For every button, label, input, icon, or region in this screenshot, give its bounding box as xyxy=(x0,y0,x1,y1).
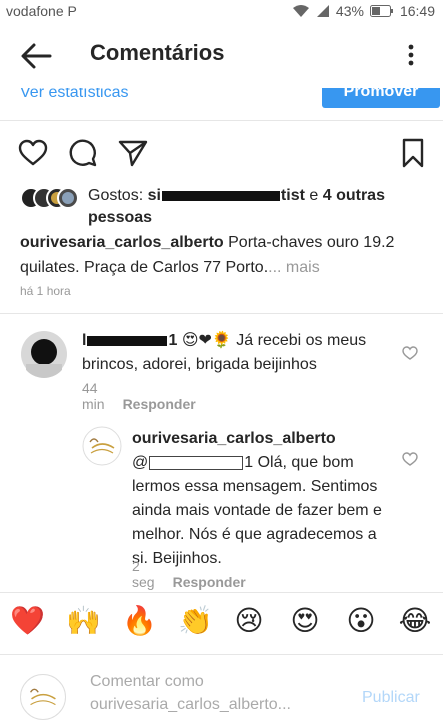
back-arrow-icon[interactable] xyxy=(20,42,52,70)
emoji-heart-eyes[interactable]: 😍 xyxy=(288,604,322,638)
emoji-surprised[interactable]: 😮 xyxy=(344,604,378,638)
reply-text: ourivesaria_carlos_alberto @1 Olá, que b… xyxy=(132,427,394,571)
emoji-fire[interactable]: 🔥 xyxy=(122,604,157,638)
shop-logo-avatar[interactable] xyxy=(82,426,122,466)
comment-username-start[interactable]: l xyxy=(82,332,86,349)
more-options-icon[interactable] xyxy=(407,44,415,66)
battery-percent: 43% xyxy=(335,3,364,19)
comment-emojis: 😍❤🌻 xyxy=(181,332,232,349)
like-reply-heart-icon[interactable] xyxy=(402,452,418,466)
page-title: Comentários xyxy=(90,40,225,65)
divider xyxy=(0,592,443,593)
comment-time: 44 min xyxy=(82,380,105,412)
post-author[interactable]: ourivesaria_carlos_alberto xyxy=(20,234,224,251)
heart-icon[interactable] xyxy=(18,138,48,168)
emoji-raised-hands[interactable]: 🙌 xyxy=(66,604,101,638)
likes-prefix: Gostos: xyxy=(88,187,148,204)
own-avatar xyxy=(20,674,66,720)
carrier-name: vodafone P xyxy=(6,3,77,19)
comment-input[interactable]: Comentar como ourivesaria_carlos_alberto… xyxy=(90,670,350,716)
redacted-name xyxy=(161,190,280,201)
redacted-username xyxy=(87,335,168,346)
reply-mention-start[interactable]: @ xyxy=(132,454,148,471)
reply-mention-end[interactable]: 1 xyxy=(244,454,253,471)
reply-time: 2 seg xyxy=(132,558,155,590)
liker-avatars xyxy=(20,187,78,209)
emoji-clap[interactable]: 👏 xyxy=(178,604,213,638)
reply-reply-button[interactable]: Responder xyxy=(173,574,246,590)
wifi-icon xyxy=(292,5,309,17)
emoji-heart[interactable]: ❤️ xyxy=(10,604,45,638)
comment-icon[interactable] xyxy=(68,138,98,168)
emoji-crying[interactable]: 😢 xyxy=(232,604,266,638)
comment-username-end[interactable]: 1 xyxy=(168,332,177,349)
liker-name-end[interactable]: tist xyxy=(281,187,305,204)
signal-icon xyxy=(316,5,329,17)
post-time: há 1 hora xyxy=(20,284,71,298)
publish-button[interactable]: Publicar xyxy=(362,689,420,707)
reply-username[interactable]: ourivesaria_carlos_alberto xyxy=(132,430,336,447)
commenter-avatar[interactable] xyxy=(20,330,68,378)
reply-button[interactable]: Responder xyxy=(123,396,196,412)
divider xyxy=(0,654,443,655)
clock: 16:49 xyxy=(399,3,435,19)
comment-composer: Comentar como ourivesaria_carlos_alberto… xyxy=(0,664,443,725)
likes-connector: e xyxy=(304,187,323,204)
status-bar: vodafone P 43% 16:49 xyxy=(0,0,443,22)
emoji-laughing[interactable]: 😂 xyxy=(398,604,432,638)
divider xyxy=(0,313,443,314)
divider xyxy=(0,120,443,121)
comment-text: l1 😍❤🌻 Já recebi os meus brincos, adorei… xyxy=(82,329,392,377)
battery-icon xyxy=(369,5,393,17)
app-bar: Comentários xyxy=(0,22,443,88)
save-bookmark-icon[interactable] xyxy=(398,138,428,168)
emoji-quick-bar: ❤️ 🙌 🔥 👏 😢 😍 😮 😂 xyxy=(0,596,443,646)
like-comment-heart-icon[interactable] xyxy=(402,346,418,360)
liker-name-start[interactable]: si xyxy=(148,187,161,204)
post-actions xyxy=(0,138,443,172)
caption-more-link[interactable]: ... mais xyxy=(268,259,320,276)
post-caption: ourivesaria_carlos_alberto Porta-chaves … xyxy=(20,230,430,280)
reply-meta: 2 seg Responder xyxy=(132,558,246,590)
redacted-mention xyxy=(149,455,244,470)
comment-meta: 44 min Responder xyxy=(82,380,196,412)
likes-summary[interactable]: Gostos: si tist e 4 outras pessoas xyxy=(20,185,430,229)
share-icon[interactable] xyxy=(118,138,148,168)
reply-body: Olá, que bom lermos essa mensagem. Senti… xyxy=(132,454,382,567)
